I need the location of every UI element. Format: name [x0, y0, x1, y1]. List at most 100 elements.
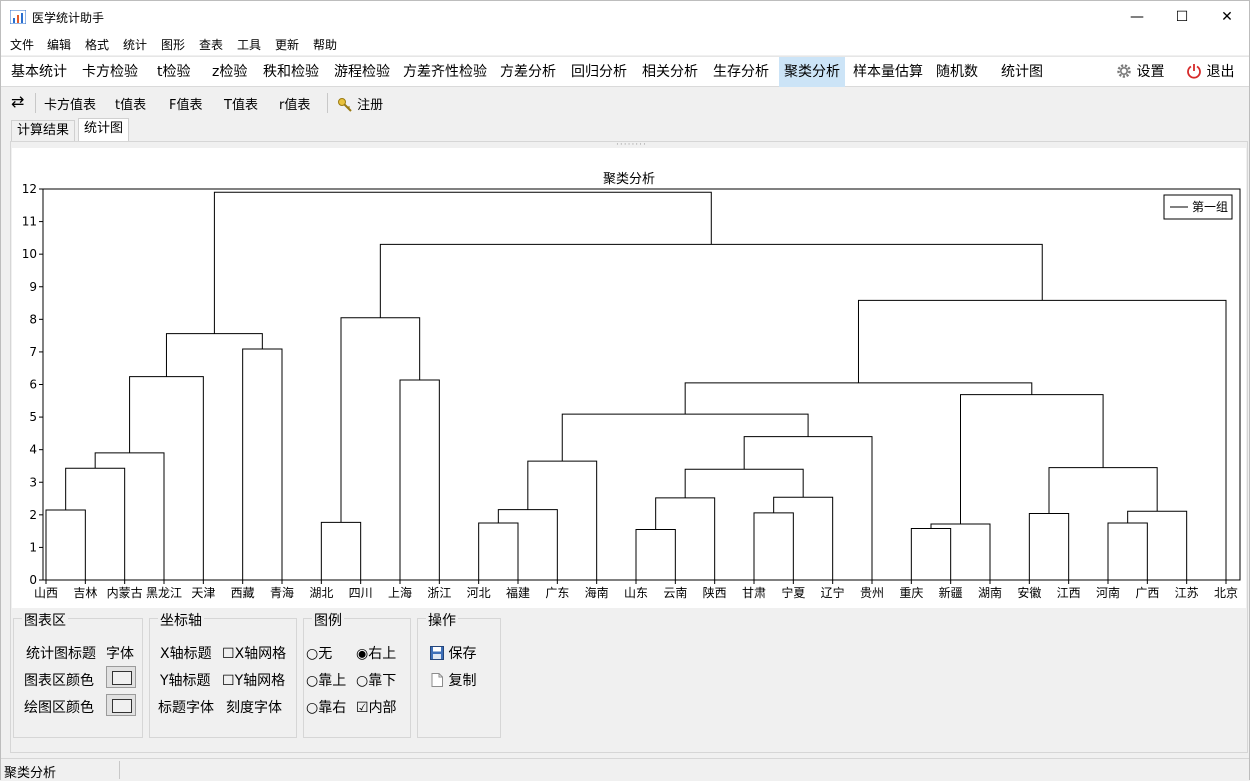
tab-regression[interactable]: 回归分析 — [566, 57, 632, 87]
tab-chart-view[interactable]: 统计图 — [78, 118, 130, 142]
tab-rank-sum[interactable]: 秩和检验 — [258, 57, 324, 87]
x-axis-title-setting[interactable]: X轴标题 — [160, 643, 212, 663]
tab-anova[interactable]: 方差分析 — [495, 57, 561, 87]
legend-inside-label: 内部 — [368, 700, 397, 716]
x-grid-checkbox[interactable]: ☐X轴网格 — [222, 643, 286, 663]
leaf-label: 青海 — [270, 585, 294, 600]
legend-right-radio[interactable]: ○靠右 — [306, 697, 346, 717]
f-table-button[interactable]: F值表 — [169, 94, 202, 113]
analysis-tabbar: 基本统计 卡方检验 t检验 z检验 秩和检验 游程检验 方差齐性检验 方差分析 … — [1, 56, 1249, 87]
group-legend: 图例 ○无 ◉右上 ○靠上 ○靠下 ○靠右 ☑内部 — [303, 610, 411, 738]
dendrogram-link — [1028, 513, 1070, 580]
menu-statistics[interactable]: 统计 — [123, 36, 147, 53]
menu-file[interactable]: 文件 — [10, 36, 34, 53]
save-label: 保存 — [448, 646, 477, 662]
y-tick-label: 1 — [29, 540, 37, 554]
gear-icon — [1117, 64, 1131, 78]
maximize-button[interactable]: ☐ — [1159, 1, 1205, 33]
dendrogram-link — [1127, 510, 1188, 580]
save-button[interactable]: 保存 — [430, 643, 476, 663]
leaf-label: 甘肃 — [742, 586, 766, 600]
dendrogram-link — [910, 528, 952, 580]
chart-panel: ········ 聚类分析 0 1 2 3 4 5 6 7 8 9 10 11 12 山西 吉林 内蒙古 黑龙江… — [10, 141, 1248, 753]
tab-z-test[interactable]: z检验 — [207, 57, 252, 87]
leaf-label: 内蒙古 — [107, 585, 143, 600]
leaf-label: 湖北 — [309, 585, 333, 600]
group-operations-title: 操作 — [426, 610, 458, 630]
key-icon — [338, 98, 352, 112]
copy-button[interactable]: 复制 — [430, 670, 476, 690]
dendrogram-link — [684, 468, 804, 498]
dendrogram-link — [930, 523, 991, 580]
tick-font-setting[interactable]: 刻度字体 — [226, 697, 282, 717]
menu-help[interactable]: 帮助 — [313, 36, 337, 53]
dendrogram-link — [94, 452, 165, 580]
exit-button[interactable]: 退出 — [1181, 57, 1239, 87]
radio-unselected-icon: ○ — [356, 673, 369, 689]
menu-format[interactable]: 格式 — [85, 36, 109, 53]
legend-top-right-radio[interactable]: ◉右上 — [356, 643, 396, 663]
leaf-label: 河北 — [467, 586, 491, 600]
floppy-disk-icon — [430, 646, 444, 660]
plot-bg-color-button[interactable] — [106, 694, 136, 716]
register-button[interactable]: 注册 — [337, 94, 383, 113]
tab-basic-stats[interactable]: 基本统计 — [6, 57, 72, 87]
group-chart-area-title: 图表区 — [22, 610, 68, 630]
settings-button[interactable]: 设置 — [1111, 57, 1169, 87]
checkbox-checked-icon: ☑ — [356, 700, 369, 716]
leaf-label: 宁夏 — [781, 585, 805, 600]
tab-sample-size[interactable]: 样本量估算 — [848, 57, 928, 87]
menu-tools[interactable]: 工具 — [237, 36, 261, 53]
close-button[interactable]: ✕ — [1204, 1, 1250, 33]
tab-runs-test[interactable]: 游程检验 — [329, 57, 395, 87]
chart-bg-color-button[interactable] — [106, 666, 136, 688]
tab-random[interactable]: 随机数 — [931, 57, 983, 87]
chi-square-table-button[interactable]: 卡方值表 — [44, 94, 96, 113]
dendrogram-link — [213, 191, 712, 334]
leaf-label: 山西 — [34, 586, 58, 600]
legend-bottom-radio[interactable]: ○靠下 — [356, 670, 396, 690]
tab-results[interactable]: 计算结果 — [11, 120, 76, 141]
leaf-label: 湖南 — [978, 585, 1002, 600]
big-t-table-button[interactable]: T值表 — [224, 94, 258, 113]
legend-top-radio[interactable]: ○靠上 — [306, 670, 346, 690]
leaf-label: 贵州 — [860, 586, 884, 600]
legend-bottom-label: 靠下 — [368, 673, 397, 689]
y-tick-label: 0 — [29, 573, 37, 587]
copy-document-icon — [431, 673, 443, 687]
dendrogram-link — [655, 497, 716, 580]
legend-label: 第一组 — [1192, 200, 1228, 214]
tab-chi-square[interactable]: 卡方检验 — [77, 57, 143, 87]
splitter-grip[interactable]: ········ — [616, 141, 647, 150]
legend-inside-checkbox[interactable]: ☑内部 — [356, 697, 397, 717]
dendrogram-link — [960, 394, 1104, 524]
checkbox-unchecked-icon: ☐ — [222, 646, 235, 662]
menu-update[interactable]: 更新 — [275, 36, 299, 53]
menu-graph[interactable]: 图形 — [161, 36, 185, 53]
title-font-setting[interactable]: 标题字体 — [158, 697, 214, 717]
leaf-label: 海南 — [585, 585, 609, 600]
tab-survival[interactable]: 生存分析 — [708, 57, 774, 87]
dendrogram-link — [242, 348, 283, 580]
menu-edit[interactable]: 编辑 — [47, 36, 71, 53]
tab-cluster[interactable]: 聚类分析 — [779, 57, 845, 87]
chart-area: 聚类分析 0 1 2 3 4 5 6 7 8 9 10 11 12 山西 吉林 内蒙古 黑龙江 天津 西藏 青海 湖北四… — [12, 148, 1246, 608]
minimize-button[interactable]: — — [1114, 1, 1160, 33]
settings-label: 设置 — [1136, 64, 1165, 80]
t-table-button[interactable]: t值表 — [115, 94, 146, 113]
tab-variance-homogeneity[interactable]: 方差齐性检验 — [398, 57, 492, 87]
legend-none-radio[interactable]: ○无 — [306, 643, 332, 663]
tab-charts[interactable]: 统计图 — [996, 57, 1048, 87]
r-table-button[interactable]: r值表 — [279, 94, 310, 113]
y-axis-title-setting[interactable]: Y轴标题 — [160, 670, 211, 690]
tab-correlation[interactable]: 相关分析 — [637, 57, 703, 87]
y-grid-checkbox[interactable]: ☐Y轴网格 — [222, 670, 285, 690]
swap-icon[interactable]: ⇄ — [11, 92, 24, 111]
leaf-label: 陕西 — [703, 585, 727, 600]
chart-title-setting[interactable]: 统计图标题 — [26, 643, 96, 663]
y-tick-label: 9 — [29, 280, 37, 294]
font-setting[interactable]: 字体 — [106, 643, 134, 663]
group-axis-title: 坐标轴 — [158, 610, 204, 630]
menu-lookup[interactable]: 查表 — [199, 36, 223, 53]
tab-t-test[interactable]: t检验 — [152, 57, 196, 87]
